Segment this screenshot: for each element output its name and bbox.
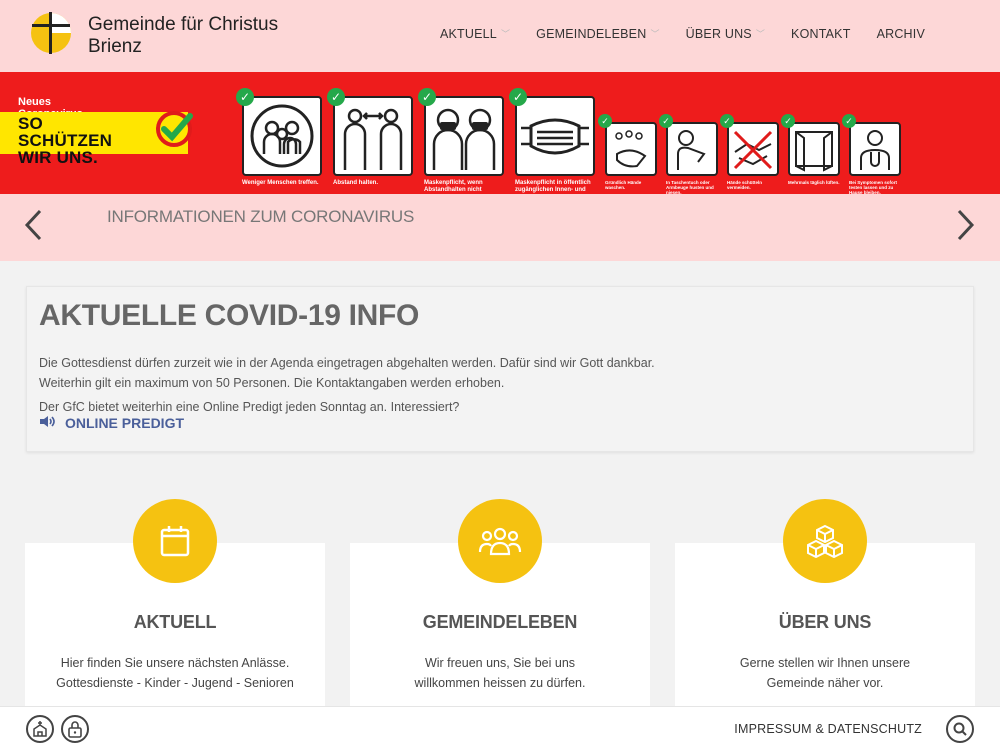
pictogram-caption: Maskenpflicht in öffentlich zugänglichen…	[515, 180, 591, 193]
masks-people-icon	[424, 96, 504, 176]
card-text: Hier finden Sie unsere nächsten Anlässe.…	[25, 653, 325, 693]
lock-icon[interactable]	[61, 715, 89, 743]
card-title[interactable]: GEMEINDELEBEN	[350, 612, 650, 633]
card-text-line: willkommen heissen zu dürfen.	[414, 676, 586, 690]
card-text-line: Gottesdienste - Kinder - Jugend - Senior…	[56, 676, 294, 690]
pictogram-caption: Mehrmals täglich lüften.	[788, 180, 840, 185]
cough-elbow-icon	[666, 122, 718, 176]
keep-distance-icon	[333, 96, 413, 176]
cubes-icon[interactable]	[783, 499, 867, 583]
covid-info-line2: Weiterhin gilt ein maximum von 50 Person…	[39, 376, 505, 390]
calendar-icon[interactable]	[133, 499, 217, 583]
pictogram-caption: Bei Symptomen sofort testen lassen und z…	[849, 180, 898, 194]
check-icon: ✓	[236, 88, 254, 106]
check-icon: ✓	[659, 114, 673, 128]
check-icon: ✓	[781, 114, 795, 128]
nav-item-kontakt[interactable]: KONTAKT	[791, 27, 851, 41]
check-icon: ✓	[327, 88, 345, 106]
slide-title[interactable]: INFORMATIONEN ZUM CORONAVIRUS	[107, 207, 414, 227]
card-text-line: Gerne stellen wir Ihnen unsere	[739, 656, 911, 670]
site-title-line1[interactable]: Gemeinde für Christus	[88, 14, 278, 36]
card-text-line: Hier finden Sie unsere nächsten Anlässe.	[60, 656, 290, 670]
footer-bar: IMPRESSUM & DATENSCHUTZ	[0, 706, 1000, 750]
covid-info-line3: Der GfC bietet weiterhin eine Online Pre…	[39, 400, 460, 414]
site-title-line2[interactable]: Brienz	[88, 36, 278, 58]
slider-next-button[interactable]	[955, 208, 977, 247]
banner-title: SO SCHÜTZEN WIR UNS.	[18, 115, 112, 166]
nav-item-ueber-uns[interactable]: ÜBER UNS ﹀	[686, 27, 765, 41]
nav-label[interactable]: ÜBER UNS	[686, 27, 752, 41]
card-text-line: Gemeinde näher vor.	[766, 676, 884, 690]
corona-banner-image: Neues Coronavirus SO SCHÜTZEN WIR UNS. ✓…	[0, 72, 1000, 194]
card-text-line: Wir freuen uns, Sie bei uns	[424, 656, 576, 670]
nav-item-gemeindeleben[interactable]: GEMEINDELEBEN ﹀	[536, 27, 659, 41]
covid-info-title: AKTUELLE COVID-19 INFO	[39, 299, 420, 332]
nav-label[interactable]: AKTUELL	[440, 27, 497, 41]
search-icon[interactable]	[946, 715, 974, 743]
open-window-icon	[788, 122, 840, 176]
card-text: Gerne stellen wir Ihnen unsere Gemeinde …	[675, 653, 975, 693]
check-icon	[152, 110, 196, 153]
online-predigt-label[interactable]: ONLINE PREDIGT	[65, 415, 184, 431]
site-title[interactable]: Gemeinde für Christus Brienz	[88, 14, 278, 58]
nav-label[interactable]: KONTAKT	[791, 27, 851, 41]
speaker-icon	[39, 415, 57, 431]
pictogram-caption: In Taschentuch oder Armbeuge husten und …	[666, 180, 714, 194]
chevron-right-icon	[957, 209, 975, 241]
chevron-down-icon: ﹀	[755, 28, 766, 39]
site-header: Gemeinde für Christus Brienz AKTUELL ﹀ G…	[0, 0, 1000, 72]
main-nav: AKTUELL ﹀ GEMEINDELEBEN ﹀ ÜBER UNS ﹀ KON…	[414, 27, 925, 41]
check-icon: ✓	[418, 88, 436, 106]
pictogram-caption: Gründlich Hände waschen.	[605, 180, 642, 190]
nav-item-archiv[interactable]: ARCHIV	[877, 27, 925, 41]
nav-item-aktuell[interactable]: AKTUELL ﹀	[440, 27, 510, 41]
online-predigt-link[interactable]: ONLINE PREDIGT	[39, 415, 184, 431]
covid-info-line1: Die Gottesdienst dürfen zurzeit wie in d…	[39, 356, 655, 370]
nav-label[interactable]: ARCHIV	[877, 27, 925, 41]
no-handshake-icon	[727, 122, 779, 176]
card-title[interactable]: ÜBER UNS	[675, 612, 975, 633]
chevron-down-icon: ﹀	[500, 28, 511, 39]
card-title[interactable]: AKTUELL	[25, 612, 325, 633]
face-mask-icon	[515, 96, 595, 176]
slider-caption-bar: INFORMATIONEN ZUM CORONAVIRUS	[0, 194, 1000, 261]
people-group-icon	[242, 96, 322, 176]
banner-title-line2: WIR UNS.	[18, 148, 98, 167]
pictogram-caption: Hände schütteln vermeiden.	[727, 180, 763, 190]
pictogram-caption: Weniger Menschen treffen.	[242, 180, 319, 186]
check-icon: ✓	[842, 114, 856, 128]
covid-info-box: AKTUELLE COVID-19 INFO Die Gottesdienst …	[26, 286, 974, 452]
pictogram-caption: Maskenpflicht, wenn Abstandhalten nicht …	[424, 180, 483, 193]
card-text: Wir freuen uns, Sie bei uns willkommen h…	[350, 653, 650, 693]
wash-hands-icon	[605, 122, 657, 176]
check-icon: ✓	[598, 114, 612, 128]
chevron-left-icon	[24, 209, 42, 241]
church-logo-icon[interactable]	[28, 10, 74, 56]
church-icon[interactable]	[26, 715, 54, 743]
check-icon: ✓	[720, 114, 734, 128]
chevron-down-icon: ﹀	[650, 28, 660, 39]
check-icon: ✓	[509, 88, 527, 106]
banner-title-line1: SO SCHÜTZEN	[18, 114, 113, 150]
users-icon[interactable]	[458, 499, 542, 583]
doctor-icon	[849, 122, 901, 176]
pictogram-caption: Abstand halten.	[333, 180, 379, 186]
slider-prev-button[interactable]	[22, 208, 44, 247]
impressum-link[interactable]: IMPRESSUM & DATENSCHUTZ	[734, 722, 922, 736]
nav-label[interactable]: GEMEINDELEBEN	[536, 27, 646, 41]
